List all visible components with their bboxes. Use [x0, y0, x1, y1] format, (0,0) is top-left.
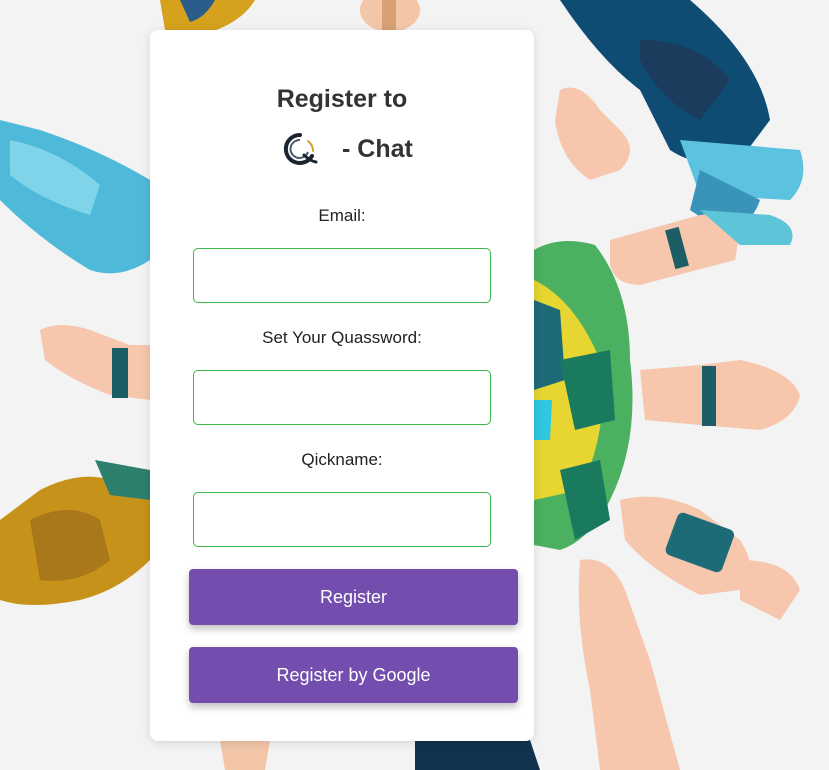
register-card: Register to - Chat Email: Set Your Quass… — [150, 30, 534, 741]
nickname-label: Qickname: — [301, 450, 383, 469]
register-button[interactable]: Register — [189, 569, 518, 625]
brand-name: - Chat — [342, 135, 413, 163]
password-label: Set Your Quassword: — [262, 328, 422, 347]
page-title: Register to — [276, 85, 408, 113]
email-label: Email: — [318, 206, 366, 225]
password-field[interactable] — [193, 370, 491, 425]
register-google-button[interactable]: Register by Google — [189, 647, 518, 703]
email-field[interactable] — [193, 248, 491, 303]
chat-q-logo-icon — [283, 132, 318, 165]
brand-row: - Chat — [150, 130, 534, 170]
nickname-field[interactable] — [193, 492, 491, 547]
